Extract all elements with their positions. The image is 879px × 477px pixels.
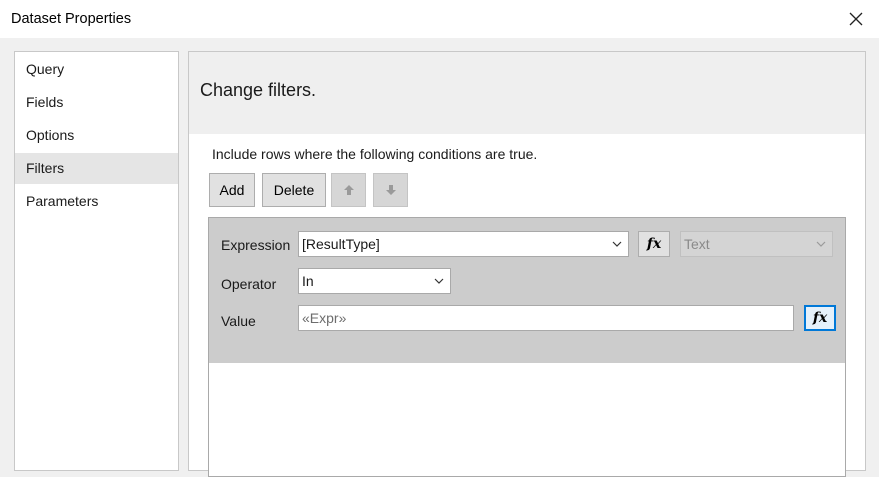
filters-panel: Change filters. Include rows where the f… — [188, 51, 866, 477]
page-title: Change filters. — [200, 80, 317, 100]
add-button[interactable]: Add — [209, 173, 255, 207]
sidebar-item-options[interactable]: Options — [15, 120, 178, 151]
title-bar: Dataset Properties — [0, 0, 879, 38]
close-button[interactable] — [833, 0, 879, 38]
chevron-down-icon — [434, 278, 444, 284]
sidebar-item-parameters[interactable]: Parameters — [15, 186, 178, 217]
operator-value: In — [302, 273, 314, 289]
panel-header: Change filters. — [189, 52, 865, 134]
delete-button[interactable]: Delete — [262, 173, 326, 207]
value-label: Value — [221, 313, 256, 329]
chevron-down-icon — [816, 241, 826, 247]
value-fx-button[interactable]: fx — [804, 305, 836, 331]
dataset-properties-dialog: Dataset Properties Query Fields Options … — [0, 0, 879, 477]
sidebar-item-filters[interactable]: Filters — [15, 153, 178, 184]
arrow-down-icon — [385, 185, 396, 195]
value-input[interactable]: «Expr» — [298, 305, 794, 331]
arrow-up-icon — [343, 185, 354, 195]
close-icon — [849, 12, 863, 26]
sidebar-item-query[interactable]: Query — [15, 54, 178, 85]
filter-list: Expression [ResultType] fx Text Operator… — [208, 217, 846, 477]
data-type-combobox[interactable]: Text — [680, 231, 833, 257]
data-type-value: Text — [684, 236, 710, 252]
operator-combobox[interactable]: In — [298, 268, 451, 294]
chevron-down-icon — [612, 241, 622, 247]
window-title: Dataset Properties — [11, 11, 132, 27]
expression-fx-button[interactable]: fx — [638, 231, 670, 257]
move-down-button[interactable] — [373, 173, 408, 207]
expression-label: Expression — [221, 237, 291, 253]
move-up-button[interactable] — [331, 173, 366, 207]
filters-description: Include rows where the following conditi… — [212, 146, 538, 162]
sidebar-item-fields[interactable]: Fields — [15, 87, 178, 118]
expression-value: [ResultType] — [302, 236, 380, 252]
expression-combobox[interactable]: [ResultType] — [298, 231, 629, 257]
sidebar-nav: Query Fields Options Filters Parameters — [14, 51, 179, 471]
operator-label: Operator — [221, 276, 277, 292]
filter-condition-row: Expression [ResultType] fx Text Operator… — [209, 218, 845, 363]
